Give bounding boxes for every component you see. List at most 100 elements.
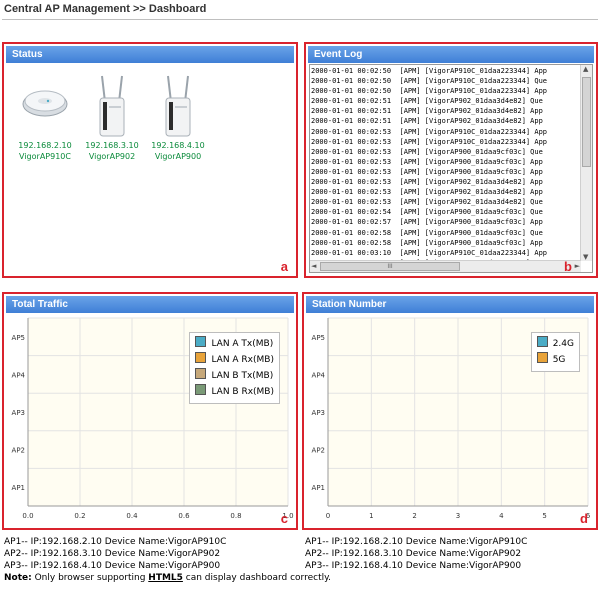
legend-item: LAN B Rx(MB) xyxy=(195,384,274,400)
y-tick-label: AP4 xyxy=(12,371,26,379)
y-tick-label: AP3 xyxy=(12,409,25,417)
legend-label: LAN A Tx(MB) xyxy=(211,339,274,349)
ap-ip: 192.168.3.10 xyxy=(85,141,139,150)
legend-swatch xyxy=(195,368,207,379)
event-log-title: Event Log xyxy=(308,46,594,63)
event-log-line: 2000-01-01 00:02:51 [APM] [VigorAP902_01… xyxy=(311,107,543,116)
legend-label: 2.4G xyxy=(552,339,574,349)
scroll-down-icon[interactable]: ▼ xyxy=(583,253,588,261)
event-log-line: 2000-01-01 00:02:53 [APM] [VigorAP900_01… xyxy=(311,157,543,166)
legend-label: LAN B Tx(MB) xyxy=(211,371,274,381)
y-tick-label: AP1 xyxy=(312,484,325,492)
total-traffic-legend: LAN A Tx(MB) LAN A Rx(MB) LAN B Tx(MB) LAN … xyxy=(189,332,280,404)
total-traffic-panel: Total Traffic 0.0 0.2 0.4 0.6 0.8 1.0 AP1 AP2 AP… xyxy=(2,292,298,530)
x-tick-label: 0.2 xyxy=(74,512,85,520)
ap-item-1[interactable]: 192.168.2.10 VigorAP910C xyxy=(10,82,80,162)
event-log-line: 2000-01-01 00:02:50 [APM] [VigorAP910C_0… xyxy=(311,67,548,75)
event-log-line: 2000-01-01 00:02:53 [APM] [VigorAP902_01… xyxy=(311,188,543,197)
scroll-left-icon[interactable]: ◄ xyxy=(311,262,316,270)
x-tick-label: 0.4 xyxy=(126,512,138,520)
y-tick-label: AP1 xyxy=(12,484,25,492)
ap-item-3[interactable]: 192.168.4.10 VigorAP900 xyxy=(143,72,213,162)
event-log-line: 2000-01-01 00:02:53 [APM] [VigorAP910C_0… xyxy=(311,127,548,136)
total-traffic-chart: 0.0 0.2 0.4 0.6 0.8 1.0AP1AP2AP3AP4AP5 xyxy=(12,317,294,520)
legend-item: LAN B Tx(MB) xyxy=(195,368,274,384)
legend-item: 2.4G xyxy=(536,336,574,352)
ap-item-2[interactable]: 192.168.3.10 VigorAP902 xyxy=(77,72,147,162)
y-tick-label: AP2 xyxy=(12,447,25,455)
ap-ip: 192.168.2.10 xyxy=(18,141,72,150)
legend-swatch xyxy=(195,352,207,363)
note-text-post: can display dashboard correctly. xyxy=(182,573,332,583)
event-log-line: 2000-01-01 00:02:50 [APM] [VigorAP910C_0… xyxy=(311,87,548,96)
status-panel: Status 192.168.2.10 VigorAP910C 192.168.… xyxy=(2,42,298,278)
title-divider xyxy=(2,19,598,20)
panel-marker-d: d xyxy=(580,511,588,526)
legend-label: LAN B Rx(MB) xyxy=(211,387,274,397)
x-tick-label: 1 xyxy=(369,512,373,520)
status-panel-title: Status xyxy=(6,46,294,63)
event-log-line: 2000-01-01 00:02:51 [APM] [VigorAP902_01… xyxy=(311,117,543,126)
event-log-line: 2000-01-01 00:02:53 [APM] [VigorAP900_01… xyxy=(311,147,543,156)
ap-name: VigorAP910C xyxy=(19,152,71,161)
ap-list-left: AP1-- IP:192.168.2.10 Device Name:VigorA… xyxy=(4,536,226,572)
event-log-line: 2000-01-01 00:02:58 [APM] [VigorAP900_01… xyxy=(311,238,543,247)
panel-marker-a: a xyxy=(280,259,288,274)
vertical-scroll-thumb[interactable] xyxy=(582,77,591,167)
ap-list-line: AP3-- IP:192.168.4.10 Device Name:VigorA… xyxy=(4,561,221,571)
x-tick-label: 5 xyxy=(542,512,546,520)
y-tick-label: AP5 xyxy=(312,334,325,342)
station-number-legend: 2.4G 5G xyxy=(530,332,580,372)
event-log-line: 2000-01-01 00:03:10 [APM] [VigorAP910C_0… xyxy=(311,248,548,257)
ap-ip: 192.168.4.10 xyxy=(151,141,205,150)
event-log-line: 2000-01-01 00:02:50 [APM] [VigorAP910C_0… xyxy=(311,77,548,86)
vertical-scrollbar[interactable]: ▲ ▼ xyxy=(580,65,592,261)
event-log-line: 2000-01-01 00:02:53 [APM] [VigorAP910C_0… xyxy=(311,137,548,146)
event-log-line: 2000-01-01 00:02:53 [APM] [VigorAP900_01… xyxy=(311,167,543,176)
legend-swatch xyxy=(536,336,548,347)
legend-label: LAN A Rx(MB) xyxy=(211,355,274,365)
y-tick-label: AP5 xyxy=(12,334,25,342)
note-text-pre: Only browser supporting xyxy=(31,573,149,583)
event-log-line: 2000-01-01 00:02:53 [APM] [VigorAP902_01… xyxy=(311,178,543,187)
scroll-up-icon[interactable]: ▲ xyxy=(583,65,588,73)
antenna-ap-icon xyxy=(77,72,147,140)
legend-item: 5G xyxy=(536,352,574,368)
x-tick-label: 0.0 xyxy=(22,512,33,520)
x-tick-label: 0.8 xyxy=(230,512,241,520)
y-tick-label: AP3 xyxy=(312,409,325,417)
ap-list-right: AP1-- IP:192.168.2.10 Device Name:VigorA… xyxy=(305,536,527,572)
legend-item: LAN A Tx(MB) xyxy=(195,336,274,352)
x-tick-label: 2 xyxy=(412,512,416,520)
html5-link[interactable]: HTML5 xyxy=(148,573,183,583)
x-tick-label: 0 xyxy=(326,512,330,520)
station-number-chart: 0 1 2 3 4 5 6AP1AP2AP3AP4AP5 xyxy=(312,317,591,520)
event-log-line: 2000-01-01 00:02:53 [APM] [VigorAP902_01… xyxy=(311,198,543,207)
legend-item: LAN A Rx(MB) xyxy=(195,352,274,368)
note-label: Note: xyxy=(4,573,32,583)
ap-name: VigorAP902 xyxy=(88,152,136,161)
event-log-line: 2000-01-01 00:02:54 [APM] [VigorAP900_01… xyxy=(311,208,543,217)
ceiling-ap-icon xyxy=(10,82,80,140)
horizontal-scroll-thumb[interactable]: III xyxy=(320,262,460,271)
ap-list-line: AP2-- IP:192.168.3.10 Device Name:VigorA… xyxy=(4,549,221,559)
ap-list-line: AP1-- IP:192.168.2.10 Device Name:VigorA… xyxy=(4,537,227,547)
event-log-lines: 2000-01-01 00:02:50 [APM] [VigorAP910C_0… xyxy=(311,66,580,260)
event-log-box[interactable]: 2000-01-01 00:02:50 [APM] [VigorAP910C_0… xyxy=(309,64,593,273)
panel-marker-b: b xyxy=(564,259,572,274)
x-tick-label: 4 xyxy=(499,512,504,520)
ap-name: VigorAP900 xyxy=(154,152,202,161)
browser-note: Note: Only browser supporting HTML5 can … xyxy=(4,573,331,583)
x-tick-label: 3 xyxy=(456,512,460,520)
legend-label: 5G xyxy=(552,355,566,365)
legend-swatch xyxy=(536,352,548,363)
station-number-panel: Station Number 0 1 2 3 4 5 6 AP1 AP2 AP3 AP4 AP5 2.… xyxy=(302,292,598,530)
y-tick-label: AP4 xyxy=(312,371,326,379)
x-tick-label: 0.6 xyxy=(178,512,190,520)
ap-list-line: AP1-- IP:192.168.2.10 Device Name:VigorA… xyxy=(305,537,528,547)
legend-swatch xyxy=(195,336,207,347)
antenna-ap-icon xyxy=(143,72,213,140)
event-log-line: 2000-01-01 00:02:57 [APM] [VigorAP900_01… xyxy=(311,218,543,227)
scroll-right-icon[interactable]: ► xyxy=(575,262,580,270)
horizontal-scrollbar[interactable]: ◄ III ► xyxy=(310,260,581,272)
